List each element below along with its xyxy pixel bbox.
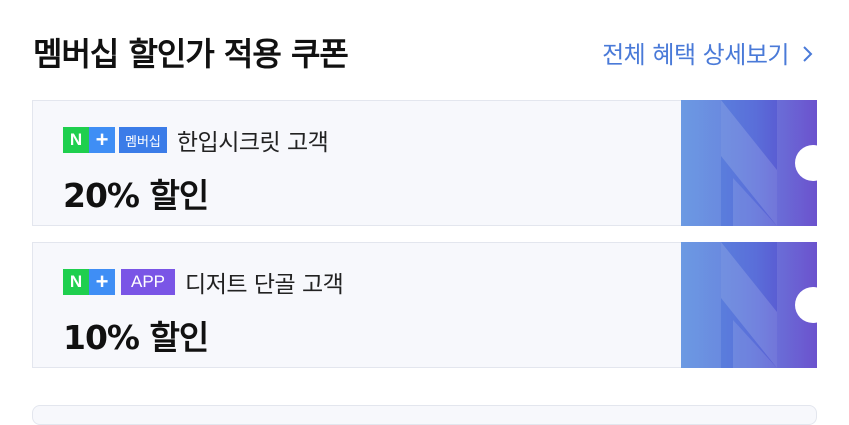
- plus-badge: +: [89, 269, 115, 295]
- coupon-stub: [681, 100, 817, 226]
- see-all-benefits-link[interactable]: 전체 혜택 상세보기: [602, 35, 817, 70]
- coupon-target: 한입시크릿 고객: [176, 130, 329, 156]
- plus-badge: +: [89, 127, 115, 153]
- membership-tag: 멤버십: [119, 127, 167, 153]
- coupon-card-app[interactable]: N + APP 디저트 단골 고객 10% 할인: [32, 242, 817, 368]
- coupon-discount: 10% 할인: [63, 318, 209, 357]
- coupon-body: N + APP 디저트 단골 고객 10% 할인: [32, 242, 681, 368]
- coupon-tag-row: N + APP 디저트 단골 고객: [63, 267, 681, 298]
- naver-n-badge: N: [63, 127, 89, 153]
- chevron-right-icon: [797, 42, 817, 62]
- coupon-stub: [681, 242, 817, 368]
- section-header: 멤버십 할인가 적용 쿠폰 전체 혜택 상세보기: [33, 24, 817, 80]
- coupon-tag-row: N + 멤버십 한입시크릿 고객: [63, 125, 681, 156]
- app-tag: APP: [121, 269, 176, 295]
- coupon-card-membership[interactable]: N + 멤버십 한입시크릿 고객 20% 할인: [32, 100, 817, 226]
- coupon-discount: 20% 할인: [63, 176, 209, 215]
- naver-n-badge: N: [63, 269, 89, 295]
- next-card-peek: [32, 405, 817, 425]
- see-all-label: 전체 혜택 상세보기: [602, 40, 789, 69]
- coupon-body: N + 멤버십 한입시크릿 고객 20% 할인: [32, 100, 681, 226]
- section-title: 멤버십 할인가 적용 쿠폰: [33, 35, 349, 73]
- coupon-target: 디저트 단골 고객: [185, 272, 344, 298]
